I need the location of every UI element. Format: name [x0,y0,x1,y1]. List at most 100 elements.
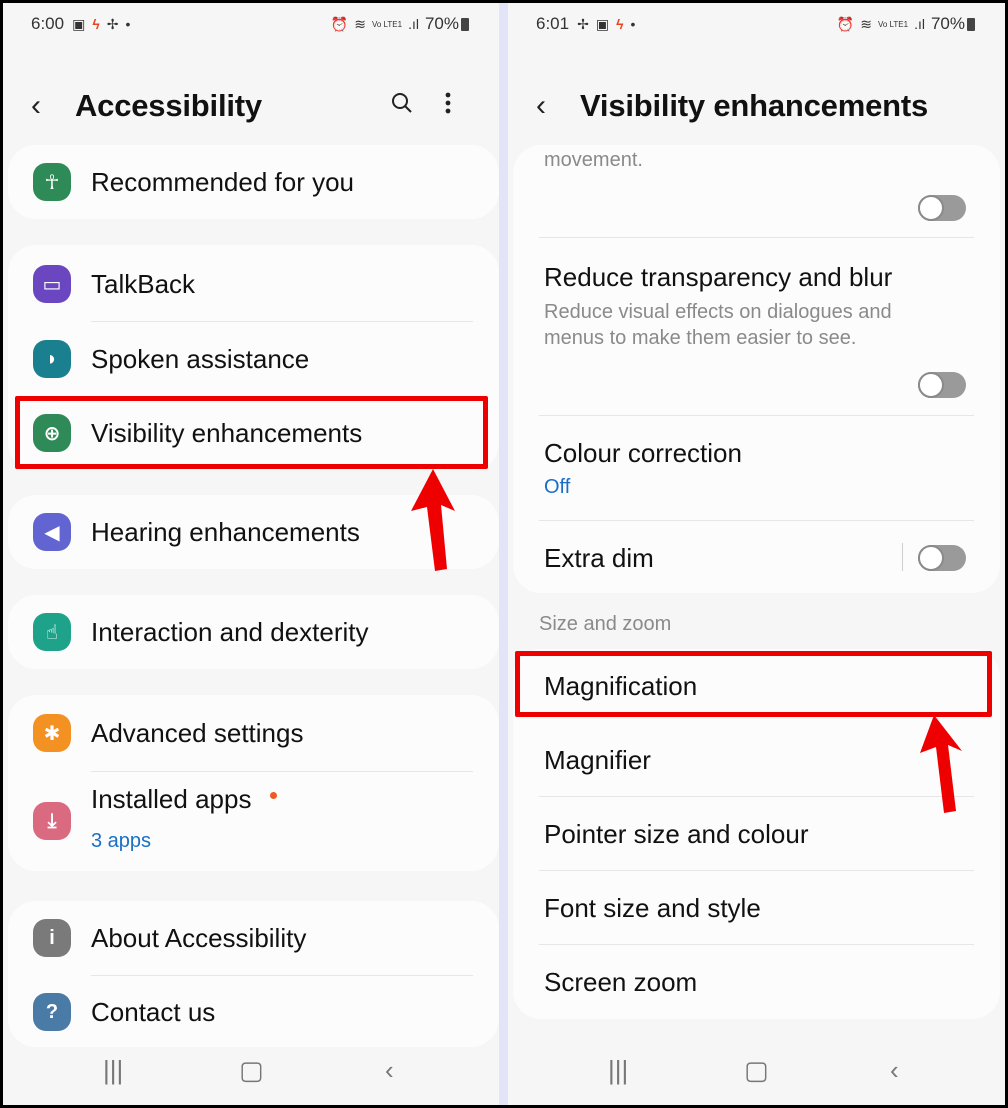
menu-item-label: Pointer size and colour [544,818,809,849]
menu-item-sublabel: 3 apps [91,830,152,852]
highlight-box [15,396,488,469]
setting-description: Reduce visual effects on dialogues and m… [544,301,892,349]
extra-dim-toggle[interactable] [918,545,966,571]
more-options-button[interactable] [425,92,471,121]
battery-icon [461,17,469,31]
panel-divider [499,3,508,1105]
dot-icon: • [125,16,131,32]
dot-icon: • [630,16,636,32]
status-bar: 6:00 ▣ ϟ ✢ • ⏰ ≋ Vo LTE1 .ıl 70% [31,13,469,35]
status-bar: 6:01 ✢ ▣ ϟ • ⏰ ≋ Vo LTE1 .ıl 70% [536,13,975,35]
home-button[interactable]: ▢ [239,1055,264,1086]
fan-icon: ✢ [106,15,119,32]
page-title: Accessibility [75,88,262,123]
menu-item-label: TalkBack [91,268,196,299]
setting-label: Reduce transparency and blur [544,262,893,292]
menu-item-label: Installed apps [91,784,252,814]
section-header: Size and zoom [539,613,672,635]
battery-icon [967,17,975,31]
signal-icon: .ıl [408,16,419,32]
app-bar: ‹ Visibility enhancements [536,81,977,131]
wifi-icon: ≋ [860,15,872,32]
toggle-knob [918,372,944,398]
menu-item-installed-apps[interactable]: ⤓ Installed apps 3 apps [8,772,499,870]
menu-item-interaction-dexterity[interactable]: ☝ Interaction and dexterity [8,595,499,669]
status-time: 6:00 [31,14,65,33]
menu-item-advanced-settings[interactable]: ✱ Advanced settings [8,695,499,771]
download-icon: ⤓ [33,802,71,840]
settings-card: ✱ Advanced settings ⤓ Installed apps 3 a… [8,695,499,871]
battery-percent: 70% [424,14,459,33]
menu-item-spoken-assistance[interactable]: ◗ Spoken assistance [8,322,499,396]
talkback-chat-icon: ▭ [33,265,71,303]
menu-item-label: Interaction and dexterity [91,616,369,647]
signal-icon: .ıl [914,16,925,32]
menu-item-font-size[interactable]: Font size and style [513,871,1000,945]
recents-button[interactable]: ||| [103,1055,123,1086]
menu-item-about-accessibility[interactable]: i About Accessibility [8,901,499,975]
wifi-icon: ≋ [354,15,366,32]
setting-item-colour-correction[interactable]: Colour correction Off [513,416,1000,520]
app-bar: ‹ Accessibility [31,81,471,131]
flash-icon: ϟ [616,16,624,32]
hearing-volume-icon: ◀ [33,513,71,551]
nav-back-button[interactable]: ‹ [385,1055,394,1086]
menu-item-label: Contact us [91,996,216,1027]
status-time: 6:01 [536,14,570,33]
screenshot-frame: 6:00 ▣ ϟ ✢ • ⏰ ≋ Vo LTE1 .ıl 70% ‹ Acces… [3,3,1005,1105]
home-button[interactable]: ▢ [744,1055,769,1086]
menu-item-label: Advanced settings [91,717,304,748]
setting-item-extra-dim[interactable]: Extra dim [513,521,1000,593]
menu-item-label: Recommended for you [91,166,355,197]
navigation-bar: ||| ▢ ‹ [3,1043,499,1105]
accessibility-screen: 6:00 ▣ ϟ ✢ • ⏰ ≋ Vo LTE1 .ıl 70% ‹ Acces… [3,3,499,1105]
settings-card: ☝ Interaction and dexterity [8,595,499,669]
menu-item-contact-us[interactable]: ? Contact us [8,976,499,1048]
gear-plus-icon: ✱ [33,714,71,752]
touch-hand-icon: ☝ [33,613,71,651]
reduce-transparency-toggle[interactable] [918,372,966,398]
menu-item-talkback[interactable]: ▭ TalkBack [8,247,499,321]
volte-icon: Vo LTE1 [371,19,403,29]
setting-label: Colour correction [544,438,742,468]
menu-item-label: Hearing enhancements [91,516,360,547]
menu-item-label: Spoken assistance [91,343,310,374]
setting-item-reduce-transparency[interactable]: Reduce transparency and blur Reduce visu… [513,238,1000,415]
search-icon [392,92,412,113]
menu-item-label: Font size and style [544,892,761,923]
red-arrow-annotation [411,469,455,571]
accessibility-person-icon: ☥ [33,163,71,201]
battery-percent: 70% [930,14,965,33]
settings-card: i About Accessibility ? Contact us [8,901,499,1047]
setting-item-previous[interactable]: movement. [513,145,1000,237]
menu-item-recommended[interactable]: ☥ Recommended for you [8,145,499,219]
recents-button[interactable]: ||| [608,1055,628,1086]
flash-icon: ϟ [92,16,100,32]
settings-card: ☥ Recommended for you [8,145,499,219]
toggle-knob [918,195,944,221]
gallery-icon: ▣ [595,15,610,32]
back-button[interactable]: ‹ [536,89,580,123]
setting-description: movement. [544,149,643,171]
back-button[interactable]: ‹ [31,89,75,123]
settings-card: movement. Reduce transparency and blur R… [513,145,1000,593]
volte-icon: Vo LTE1 [877,19,909,29]
fan-icon: ✢ [577,15,589,32]
vertical-separator [902,543,903,571]
search-button[interactable] [379,91,425,122]
menu-item-label: Magnifier [544,744,651,775]
menu-item-screen-zoom[interactable]: Screen zoom [513,945,1000,1019]
highlight-box [515,651,992,717]
red-arrow-annotation [920,715,962,813]
nav-back-button[interactable]: ‹ [890,1055,899,1086]
more-vert-icon [445,92,451,113]
toggle-knob [918,545,944,571]
navigation-bar: ||| ▢ ‹ [508,1043,1005,1105]
setting-toggle[interactable] [918,195,966,221]
setting-label: Extra dim [544,543,654,573]
setting-status: Off [544,476,571,498]
alarm-icon: ⏰ [836,15,855,32]
menu-item-label: About Accessibility [91,922,307,953]
gallery-icon: ▣ [72,15,86,32]
visibility-enhancements-screen: 6:01 ✢ ▣ ϟ • ⏰ ≋ Vo LTE1 .ıl 70% ‹ Visib… [508,3,1005,1105]
